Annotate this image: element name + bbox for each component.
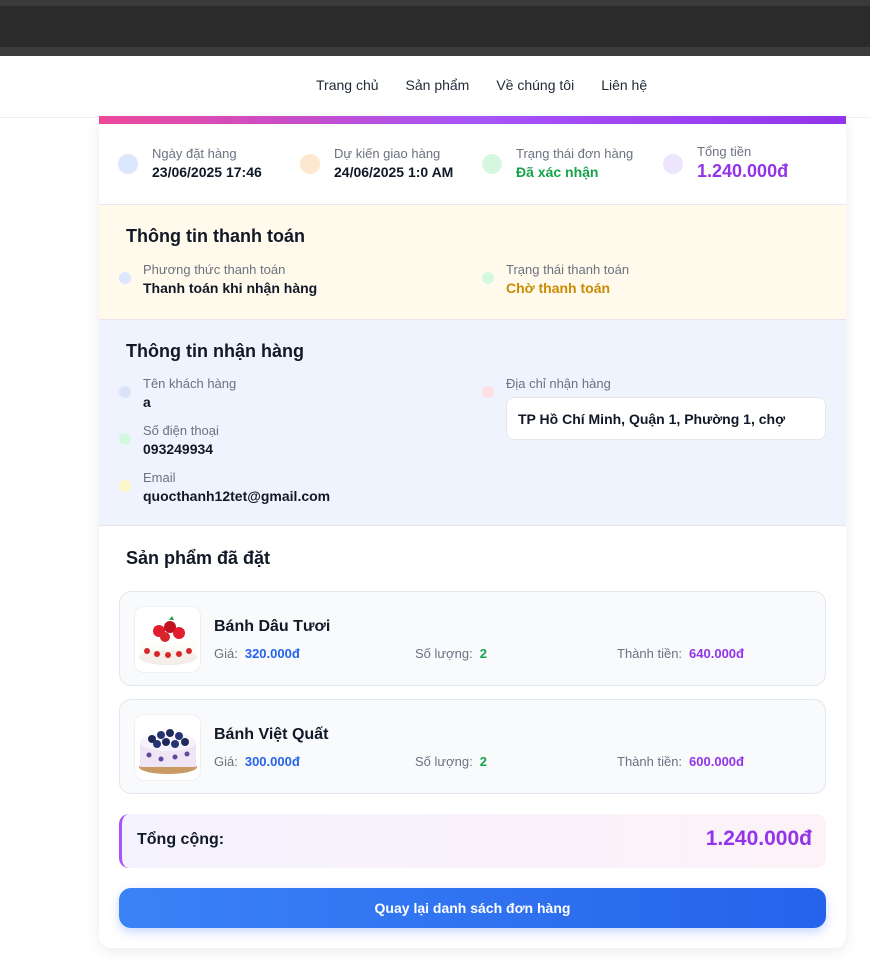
subtotal-label: Thành tiền: <box>617 646 683 661</box>
payment-method-label: Phương thức thanh toán <box>143 262 286 277</box>
nav-contact[interactable]: Liên hệ <box>601 77 647 93</box>
truck-icon <box>300 154 320 174</box>
phone-icon <box>119 433 131 445</box>
browser-toolbar <box>0 47 870 56</box>
product-qty: Số lượng: 2 <box>415 646 487 661</box>
grand-total-label: Tổng cộng: <box>137 831 225 848</box>
address-value: TP Hồ Chí Minh, Quận 1, Phường 1, chợ <box>506 397 826 440</box>
product-name: Bánh Dâu Tươi <box>214 618 331 635</box>
money-icon <box>663 154 683 174</box>
qty-label: Số lượng: <box>415 646 473 661</box>
card-accent-bar <box>99 116 846 124</box>
site-navbar: Trang chủ Sản phẩm Về chúng tôi Liên hệ <box>0 56 870 118</box>
price-label: Giá: <box>214 646 238 661</box>
calendar-icon <box>118 154 138 174</box>
product-subtotal: Thành tiền: 640.000đ <box>617 646 744 661</box>
price-label: Giá: <box>214 754 238 769</box>
nav-home[interactable]: Trang chủ <box>316 77 379 93</box>
email-label: Email <box>143 470 176 485</box>
address-label: Địa chỉ nhận hàng <box>506 376 611 391</box>
order-detail-card: Ngày đặt hàng 23/06/2025 17:46 Dự kiến g… <box>99 116 846 948</box>
user-icon <box>119 386 131 398</box>
product-qty: Số lượng: 2 <box>415 754 487 769</box>
strawberry-cake-image <box>134 606 201 673</box>
order-date-value: 23/06/2025 17:46 <box>152 164 262 180</box>
customer-name-value: a <box>143 394 151 410</box>
order-total-label: Tổng tiền <box>697 144 752 159</box>
email-value: quocthanh12tet@gmail.com <box>143 488 331 504</box>
blueberry-cake-image <box>134 714 201 781</box>
back-to-orders-button[interactable]: Quay lại danh sách đơn hàng <box>119 888 826 928</box>
product-item: Bánh Dâu Tươi Giá: 320.000đ Số lượng: 2 Th… <box>119 591 826 686</box>
subtotal-value: 600.000đ <box>689 754 744 769</box>
product-price: Giá: 320.000đ <box>214 646 300 661</box>
payment-status-icon <box>482 272 494 284</box>
product-price: Giá: 300.000đ <box>214 754 300 769</box>
browser-tab-strip <box>0 0 870 6</box>
qty-label: Số lượng: <box>415 754 473 769</box>
delivery-label: Dự kiến giao hàng <box>334 146 441 161</box>
product-item: Bánh Việt Quất Giá: 300.000đ Số lượng: 2 T… <box>119 699 826 794</box>
customer-name-label: Tên khách hàng <box>143 376 237 391</box>
payment-method-value: Thanh toán khi nhận hàng <box>143 280 318 296</box>
grand-total-value: 1.240.000đ <box>705 827 812 850</box>
payment-title: Thông tin thanh toán <box>126 226 305 246</box>
browser-chrome <box>0 0 870 56</box>
order-status-label: Trạng thái đơn hàng <box>516 146 634 161</box>
order-total-value: 1.240.000đ <box>697 161 789 181</box>
products-title: Sản phẩm đã đặt <box>126 548 271 568</box>
order-date-label: Ngày đặt hàng <box>152 146 237 161</box>
payment-status-label: Trạng thái thanh toán <box>506 262 630 277</box>
order-summary: Ngày đặt hàng 23/06/2025 17:46 Dự kiến g… <box>99 124 846 205</box>
check-circle-icon <box>482 154 502 174</box>
price-value: 300.000đ <box>244 754 300 769</box>
product-subtotal: Thành tiền: 600.000đ <box>617 754 744 769</box>
order-status-value: Đã xác nhận <box>516 164 599 180</box>
price-value: 320.000đ <box>244 646 300 661</box>
payment-status-value: Chờ thanh toán <box>506 280 611 296</box>
receiver-title: Thông tin nhận hàng <box>126 341 304 361</box>
phone-value: 093249934 <box>143 441 214 457</box>
receiver-section: Thông tin nhận hàng Tên khách hàng a Số … <box>99 320 846 526</box>
phone-label: Số điện thoại <box>143 423 219 438</box>
qty-value: 2 <box>479 754 487 769</box>
payment-section: Thông tin thanh toán Phương thức thanh t… <box>99 205 846 320</box>
map-pin-icon <box>482 386 494 398</box>
nav-links: Trang chủ Sản phẩm Về chúng tôi Liên hệ <box>316 77 647 93</box>
subtotal-value: 640.000đ <box>689 646 744 661</box>
nav-about[interactable]: Về chúng tôi <box>496 77 574 93</box>
grand-total-box: Tổng cộng: 1.240.000đ <box>119 814 826 868</box>
product-name: Bánh Việt Quất <box>214 726 329 743</box>
credit-card-icon <box>119 272 131 284</box>
delivery-value: 24/06/2025 1:0 AM <box>334 164 454 180</box>
mail-icon <box>119 480 131 492</box>
nav-products[interactable]: Sản phẩm <box>406 77 470 93</box>
subtotal-label: Thành tiền: <box>617 754 683 769</box>
qty-value: 2 <box>479 646 487 661</box>
